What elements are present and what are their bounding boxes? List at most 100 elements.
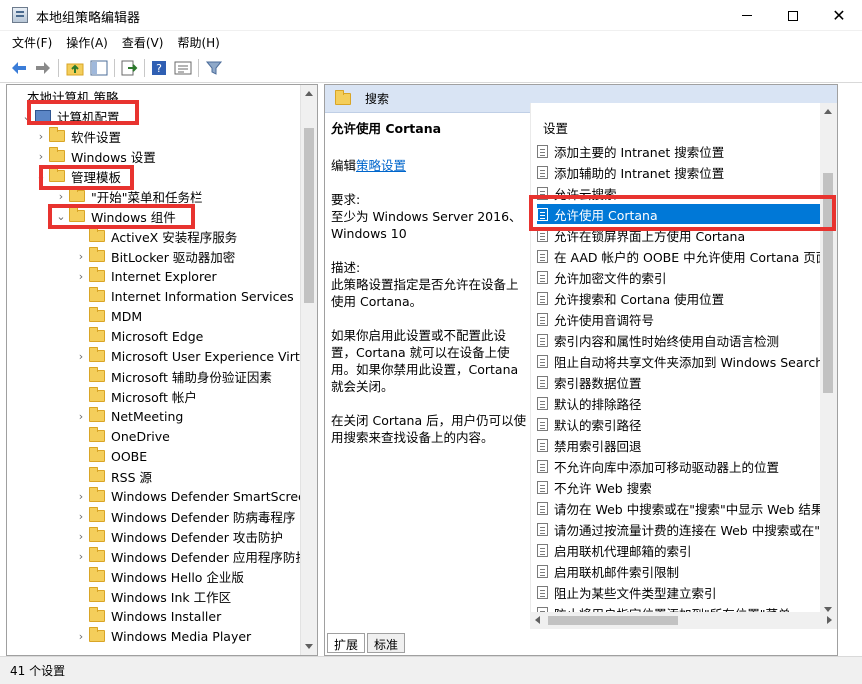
- chevron-right-icon[interactable]: ›: [75, 510, 87, 523]
- menu-file[interactable]: 文件(F): [12, 34, 52, 51]
- tree-item[interactable]: Microsoft 辅助身份验证因素: [89, 366, 272, 386]
- policy-tree[interactable]: 本地计算机 策略 ⌄ 计算机配置 › 软件设置 › Windows 设置 ⌄ 管理模板 › "开始"…: [6, 84, 318, 656]
- setting-row[interactable]: 启用联机邮件索引限制: [537, 561, 837, 581]
- close-button[interactable]: ✕: [816, 0, 862, 31]
- scroll-thumb[interactable]: [304, 128, 314, 303]
- tree-item[interactable]: Microsoft Edge: [89, 326, 203, 346]
- tree-item[interactable]: 本地计算机 策略: [27, 86, 118, 106]
- chevron-right-icon[interactable]: ›: [35, 130, 47, 143]
- scroll-down-icon[interactable]: [305, 644, 313, 649]
- tree-item[interactable]: › "开始"菜单和任务栏: [59, 186, 203, 206]
- setting-row[interactable]: 不允许 Web 搜索: [537, 477, 837, 497]
- setting-row[interactable]: 禁用索引器回退: [537, 435, 837, 455]
- setting-row[interactable]: 启用联机代理邮箱的索引: [537, 540, 837, 560]
- setting-row[interactable]: 允许使用音调符号: [537, 309, 837, 329]
- settings-vertical-scrollbar[interactable]: [820, 103, 837, 618]
- settings-list[interactable]: 设置 添加主要的 Intranet 搜索位置 添加辅助的 Intranet 搜索位…: [530, 103, 837, 618]
- setting-row[interactable]: 允许搜索和 Cortana 使用位置: [537, 288, 837, 308]
- tree-item[interactable]: › Windows Media Player: [79, 626, 251, 646]
- chevron-right-icon[interactable]: ›: [75, 530, 87, 543]
- setting-row[interactable]: 索引器数据位置: [537, 372, 837, 392]
- maximize-button[interactable]: [770, 0, 816, 31]
- tree-item[interactable]: Windows Ink 工作区: [89, 586, 231, 606]
- tab-extended[interactable]: 扩展: [327, 633, 366, 653]
- menu-view[interactable]: 查看(V): [122, 34, 164, 51]
- settings-column-header[interactable]: 设置: [543, 118, 568, 137]
- tree-item[interactable]: › Microsoft User Experience Virtua: [79, 346, 315, 366]
- setting-row[interactable]: 默认的排除路径: [537, 393, 837, 413]
- chevron-right-icon[interactable]: ›: [75, 350, 87, 363]
- export-list-icon[interactable]: [120, 60, 138, 76]
- chevron-right-icon[interactable]: ›: [75, 410, 87, 423]
- tree-item[interactable]: › BitLocker 驱动器加密: [79, 246, 235, 266]
- tree-item[interactable]: Internet Information Services: [89, 286, 294, 306]
- tree-item[interactable]: Windows Hello 企业版: [89, 566, 244, 586]
- scroll-left-icon[interactable]: [535, 616, 540, 624]
- setting-row[interactable]: 默认的索引路径: [537, 414, 837, 434]
- scroll-thumb[interactable]: [548, 616, 678, 625]
- chevron-right-icon[interactable]: ›: [75, 490, 87, 503]
- up-folder-icon[interactable]: [66, 60, 84, 76]
- folder-icon: [89, 507, 105, 522]
- filter-icon[interactable]: [205, 60, 223, 76]
- setting-label: 不允许向库中添加可移动驱动器上的位置: [554, 459, 780, 475]
- tree-item[interactable]: › Windows Defender 防病毒程序: [79, 506, 295, 526]
- chevron-right-icon[interactable]: ›: [55, 190, 67, 203]
- tree-item[interactable]: RSS 源: [89, 466, 152, 486]
- tree-scrollbar[interactable]: [300, 85, 317, 655]
- tree-item[interactable]: › Windows Defender 攻击防护: [79, 526, 283, 546]
- tree-item[interactable]: › Windows Defender SmartScreen: [79, 486, 314, 506]
- setting-row[interactable]: 添加辅助的 Intranet 搜索位置: [537, 162, 837, 182]
- back-icon[interactable]: [10, 60, 28, 76]
- tab-standard[interactable]: 标准: [367, 633, 406, 653]
- tree-item[interactable]: ⌄ 计算机配置: [22, 106, 119, 126]
- chevron-right-icon[interactable]: ›: [75, 550, 87, 563]
- tree-item[interactable]: › NetMeeting: [79, 406, 183, 426]
- setting-row[interactable]: 不允许向库中添加可移动驱动器上的位置: [537, 456, 837, 476]
- chevron-right-icon[interactable]: ›: [75, 630, 87, 643]
- setting-row[interactable]: 允许加密文件的索引: [537, 267, 837, 287]
- chevron-down-icon[interactable]: ⌄: [21, 110, 33, 123]
- help-icon[interactable]: ?: [150, 60, 168, 76]
- show-hide-tree-icon[interactable]: [90, 60, 108, 76]
- chevron-right-icon[interactable]: ›: [75, 250, 87, 263]
- chevron-down-icon[interactable]: ⌄: [55, 210, 67, 223]
- setting-row[interactable]: 添加主要的 Intranet 搜索位置: [537, 141, 837, 161]
- setting-row[interactable]: 在 AAD 帐户的 OOBE 中允许使用 Cortana 页面: [537, 246, 837, 266]
- tree-item[interactable]: › Internet Explorer: [79, 266, 217, 286]
- minimize-button[interactable]: [724, 0, 770, 31]
- tree-item[interactable]: OOBE: [89, 446, 147, 466]
- scroll-up-icon[interactable]: [824, 109, 832, 114]
- chevron-right-icon[interactable]: ›: [35, 150, 47, 163]
- tree-item[interactable]: › 软件设置: [39, 126, 121, 146]
- setting-row[interactable]: 请勿通过按流量计费的连接在 Web 中搜索或在"搜索"中显示 Web 结果: [537, 519, 837, 539]
- settings-horizontal-scrollbar[interactable]: [530, 612, 837, 629]
- tree-item[interactable]: MDM: [89, 306, 142, 326]
- scroll-up-icon[interactable]: [305, 91, 313, 96]
- menu-action[interactable]: 操作(A): [66, 34, 108, 51]
- tree-item[interactable]: ⌄ Windows 组件: [56, 206, 176, 226]
- setting-row[interactable]: 阻止自动将共享文件夹添加到 Windows Search 索引: [537, 351, 837, 371]
- setting-row[interactable]: 请勿在 Web 中搜索或在"搜索"中显示 Web 结果: [537, 498, 837, 518]
- scroll-right-icon[interactable]: [827, 616, 832, 624]
- tree-item[interactable]: › Windows Defender 应用程序防护: [79, 546, 308, 566]
- tree-item[interactable]: OneDrive: [89, 426, 170, 446]
- tree-item[interactable]: Microsoft 帐户: [89, 386, 197, 406]
- forward-icon[interactable]: [34, 60, 52, 76]
- policy-settings-link[interactable]: 策略设置: [356, 158, 406, 173]
- chevron-down-icon[interactable]: ⌄: [35, 170, 47, 183]
- setting-label: 允许云搜索: [554, 186, 617, 202]
- setting-row[interactable]: 允许云搜索: [537, 183, 837, 203]
- tree-item[interactable]: ⌄ 管理模板: [36, 166, 121, 186]
- chevron-right-icon[interactable]: ›: [75, 270, 87, 283]
- setting-row[interactable]: 阻止为某些文件类型建立索引: [537, 582, 837, 602]
- tree-item[interactable]: ActiveX 安装程序服务: [89, 226, 237, 246]
- setting-row[interactable]: 允许使用 Cortana: [537, 204, 832, 224]
- tree-item[interactable]: › Windows 设置: [39, 146, 156, 166]
- setting-row[interactable]: 索引内容和属性时始终使用自动语言检测: [537, 330, 837, 350]
- properties-icon[interactable]: [174, 60, 192, 76]
- scroll-thumb[interactable]: [823, 173, 833, 393]
- setting-row[interactable]: 允许在锁屏界面上方使用 Cortana: [537, 225, 837, 245]
- tree-item[interactable]: Windows Installer: [89, 606, 221, 626]
- menu-help[interactable]: 帮助(H): [177, 34, 219, 51]
